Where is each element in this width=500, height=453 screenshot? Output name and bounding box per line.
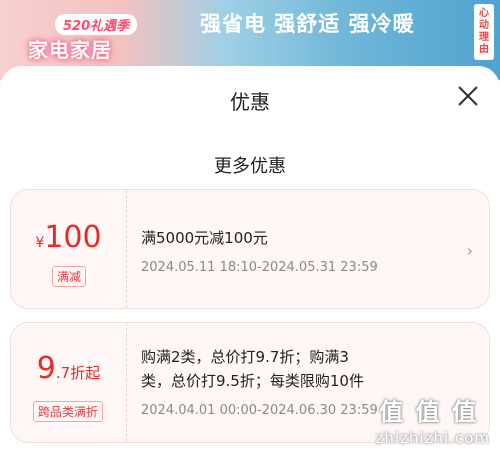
banner-slogan: 强省电 强舒适 强冷暖 bbox=[200, 12, 415, 36]
coupon-description: 满5000元减100元 bbox=[141, 229, 268, 247]
watermark-text: zhizhizhi.com bbox=[375, 429, 490, 447]
coupon-description-line: 类，总价打9.5折；每类限购10件 bbox=[141, 372, 364, 390]
coupon-amount-value: 100 bbox=[44, 220, 102, 255]
coupon-tag: 跨品类满折 bbox=[33, 401, 104, 422]
coupon-amount: ¥100 bbox=[11, 220, 126, 255]
banner-title: 家电家居 bbox=[28, 38, 112, 62]
coupon-description-line: 购满2类，总价打9.7折；购满3 bbox=[141, 348, 349, 366]
section-title: 更多优惠 bbox=[214, 156, 286, 177]
coupon-tag: 满减 bbox=[52, 266, 87, 287]
coupon-description: 购满2类，总价打9.7折；购满3 类，总价打9.5折；每类限购10件 bbox=[141, 345, 364, 393]
watermark-logo: 值 值 值 bbox=[379, 398, 478, 426]
coupon-amount: 9.7折起 bbox=[11, 351, 126, 386]
currency-symbol: ¥ bbox=[35, 235, 45, 251]
coupon-value-panel: 9.7折起 跨品类满折 bbox=[11, 323, 127, 442]
coupon-validity: 2024.05.11 18:10-2024.05.31 23:59 bbox=[141, 260, 378, 275]
coupon-card[interactable]: ¥100 满减 满5000元减100元 2024.05.11 18:10-202… bbox=[10, 189, 490, 309]
sheet-title: 优惠 bbox=[230, 90, 270, 114]
coupon-amount-value: 9 bbox=[36, 351, 56, 386]
coupon-validity: 2024.04.01 00:00-2024.06.30 23:59 bbox=[141, 403, 378, 418]
banner-side-label[interactable]: 心动理由 bbox=[474, 4, 494, 60]
banner-badge: 520礼遇季 bbox=[55, 14, 138, 35]
close-icon bbox=[458, 86, 478, 106]
coupon-amount-suffix: .7折起 bbox=[55, 364, 101, 382]
discount-sheet: 优惠 更多优惠 ¥100 满减 满5000元减100元 2024.05.11 1… bbox=[0, 66, 500, 453]
close-button[interactable] bbox=[456, 84, 480, 108]
coupon-value-panel: ¥100 满减 bbox=[11, 190, 127, 308]
chevron-right-icon[interactable]: › bbox=[467, 241, 473, 260]
